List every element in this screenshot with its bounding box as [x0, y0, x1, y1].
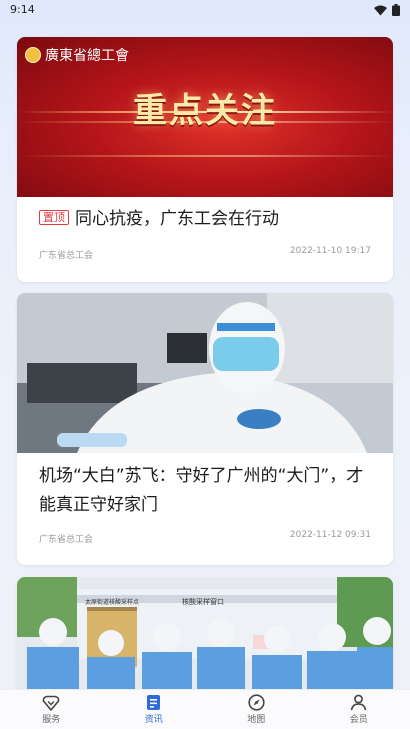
article-source: 广东省总工会: [39, 535, 94, 545]
tab-member[interactable]: 会员: [308, 690, 410, 729]
sign-left: 太原街道核酸采样点: [85, 599, 140, 606]
news-card-pinned[interactable]: 廣東省總工會 重点关注 置顶 同心抗疫，广东工会在行动 广东省总工会 2022-1…: [17, 37, 393, 282]
sign-right: 核酸采样窗口: [182, 598, 224, 606]
article-time: 2022-11-10 19:17: [289, 246, 371, 256]
pinned-badge: 置顶: [39, 210, 69, 225]
union-seal-icon: [25, 47, 41, 63]
article-source: 广东省总工会: [39, 251, 94, 261]
wifi-icon: [374, 5, 387, 15]
article-photo: 太原街道核酸采样点 核酸采样窗口: [17, 577, 393, 707]
news-card[interactable]: 机场“大白”苏飞：守好了广州的“大门”，才能真正守好家门 广东省总工会 2022…: [17, 293, 393, 565]
person-icon: [350, 694, 367, 711]
status-bar: 9:14: [0, 0, 410, 22]
tab-service[interactable]: 服务: [0, 690, 103, 729]
banner-image: 廣東省總工會 重点关注: [17, 37, 393, 197]
article-title[interactable]: 机场“大白”苏飞：守好了广州的“大门”，才能真正守好家门: [39, 462, 379, 520]
article-time: 2022-11-12 09:31: [289, 530, 371, 540]
worker-photo-illustration: [17, 293, 393, 453]
battery-icon: [392, 4, 400, 16]
news-icon: [146, 695, 160, 710]
compass-icon: [248, 694, 265, 711]
tab-label: 地图: [247, 715, 266, 725]
news-card[interactable]: 太原街道核酸采样点 核酸采样窗口: [17, 577, 393, 707]
article-title[interactable]: 置顶 同心抗疫，广东工会在行动: [39, 205, 279, 234]
article-title-text: 同心抗疫，广东工会在行动: [75, 209, 279, 229]
tab-label: 服务: [42, 714, 61, 725]
bottom-tab-bar: 服务 资讯 地图 会员: [0, 689, 410, 729]
tab-label: 资讯: [144, 715, 163, 725]
tab-news[interactable]: 资讯: [103, 690, 206, 729]
heart-diamond-icon: [42, 695, 60, 711]
tab-map[interactable]: 地图: [205, 690, 308, 729]
status-icons: [374, 4, 400, 16]
union-logo: 廣東省總工會: [25, 45, 129, 65]
banner-headline: 重点关注: [133, 91, 277, 131]
article-photo: [17, 293, 393, 453]
tab-label: 会员: [349, 715, 368, 725]
status-time: 9:14: [10, 3, 35, 16]
